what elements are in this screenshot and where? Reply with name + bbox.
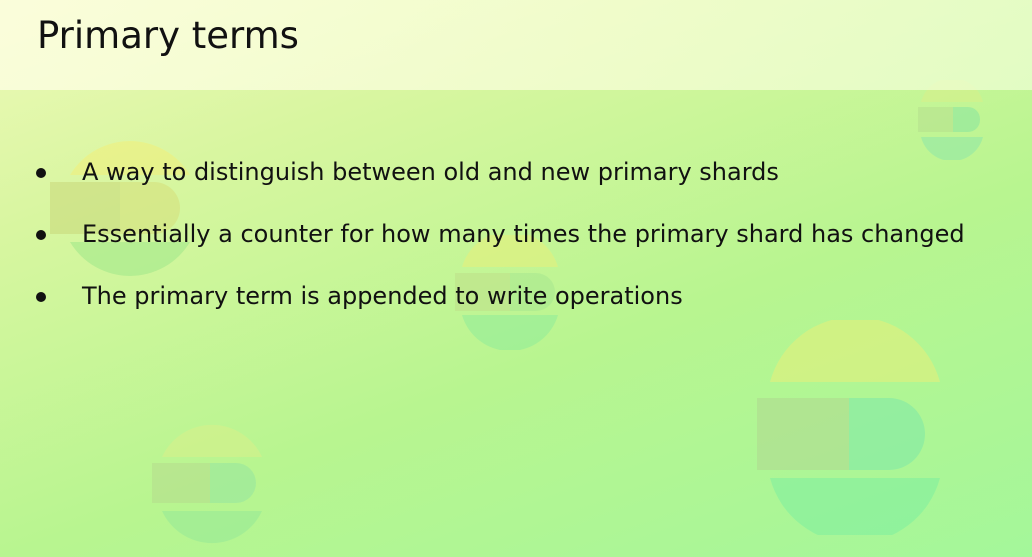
- elastic-logo-icon: [152, 424, 262, 544]
- bullet-text: The primary term is appended to write op…: [82, 282, 683, 310]
- bullet-dot-icon: [36, 230, 46, 240]
- bullet-dot-icon: [36, 292, 46, 302]
- bullet-dot-icon: [36, 168, 46, 178]
- elastic-logo-icon: [50, 141, 190, 276]
- elastic-logo-icon: [757, 320, 940, 535]
- bullet-text: Essentially a counter for how many times…: [82, 220, 965, 248]
- elastic-logo-icon: [918, 80, 983, 160]
- slide: Primary terms A way to distinguish betwe…: [0, 0, 1032, 557]
- bullet-text: A way to distinguish between old and new…: [82, 158, 779, 186]
- slide-title: Primary terms: [37, 14, 299, 57]
